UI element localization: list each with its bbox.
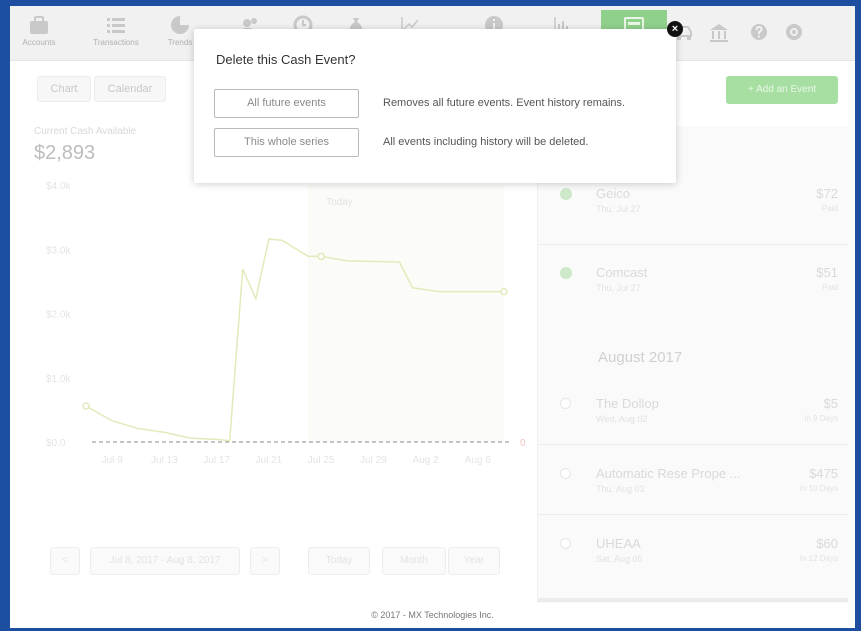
- footer: © 2017 - MX Technologies Inc.: [10, 603, 855, 628]
- event-date: Thu, Jul 27: [596, 204, 641, 214]
- tab-calendar[interactable]: Calendar: [94, 76, 166, 102]
- whole-series-button[interactable]: This whole series: [214, 128, 359, 157]
- x-tick-label: Aug 6: [465, 455, 492, 466]
- y-tick-label: $1.0k: [46, 374, 71, 385]
- event-amount: $51: [816, 265, 838, 280]
- help-icon[interactable]: [749, 22, 769, 42]
- event-item[interactable]: Automatic Rese Prope ... Thu, Aug 03 $47…: [538, 460, 848, 540]
- event-amount: $72: [816, 186, 838, 201]
- add-event-button[interactable]: + Add an Event: [726, 76, 838, 104]
- month-button[interactable]: Month: [382, 547, 446, 575]
- tab-chart[interactable]: Chart: [37, 76, 91, 102]
- cash-available-value: $2,893: [34, 142, 96, 164]
- x-tick-label: Jul 21: [256, 455, 283, 466]
- pie-chart-icon: [171, 16, 189, 34]
- future-band: [308, 185, 504, 442]
- whole-series-description: All events including history will be del…: [383, 136, 589, 148]
- x-tick-label: Jul 13: [151, 455, 178, 466]
- event-date: Wed, Aug 02: [596, 414, 648, 424]
- event-name: The Dollop: [596, 396, 659, 411]
- all-future-events-description: Removes all future events. Event history…: [383, 97, 626, 109]
- nav-accounts[interactable]: Accounts: [10, 10, 68, 58]
- scroll-divider: [538, 598, 848, 602]
- delete-event-dialog: Delete this Cash Event? All future event…: [194, 29, 676, 183]
- y-tick-label: $2.0k: [46, 310, 71, 321]
- all-future-events-button[interactable]: All future events: [214, 89, 359, 118]
- event-date: Sat, Aug 05: [596, 554, 643, 564]
- data-point: [317, 252, 325, 261]
- event-amount: $60: [816, 536, 838, 551]
- event-name: Geico: [596, 186, 630, 201]
- settings-icon[interactable]: [784, 22, 804, 42]
- app-window: Accounts Transactions Trends Chart Calen…: [10, 6, 855, 628]
- divider: [538, 514, 848, 515]
- y-tick-label: $3.0k: [46, 245, 71, 256]
- event-name: Automatic Rese Prope ...: [596, 466, 741, 481]
- cash-flow-page: Accounts Transactions Trends Chart Calen…: [10, 6, 855, 628]
- nav-transactions[interactable]: Transactions: [76, 10, 156, 58]
- zero-marker: 0: [520, 438, 526, 449]
- list-icon: [107, 18, 125, 33]
- today-button[interactable]: Today: [308, 547, 370, 575]
- event-status: In 10 Days: [799, 484, 838, 493]
- event-amount: $5: [823, 396, 838, 411]
- event-status: In 9 Days: [804, 414, 838, 423]
- data-point: [500, 287, 508, 296]
- event-name: Comcast: [596, 265, 648, 280]
- data-point: [82, 402, 90, 410]
- event-name: UHEAA: [596, 536, 641, 551]
- events-panel: Geico Thu, Jul 27 $72 Paid Comcast Thu, …: [537, 126, 848, 604]
- pending-dot-icon: [560, 398, 571, 409]
- year-button[interactable]: Year: [448, 547, 500, 575]
- paid-check-icon: [560, 267, 572, 279]
- divider: [538, 444, 848, 445]
- event-status: Paid: [821, 283, 838, 292]
- pending-dot-icon: [560, 538, 571, 549]
- nav-label-accounts: Accounts: [22, 38, 56, 47]
- next-range-button[interactable]: >: [250, 547, 280, 575]
- paid-check-icon: [560, 188, 572, 200]
- x-tick-label: Aug 2: [413, 455, 440, 466]
- y-tick-label: $0.0: [46, 438, 66, 449]
- event-item[interactable]: Comcast Thu, Jul 27 $51 Paid: [538, 248, 848, 328]
- close-icon[interactable]: ×: [667, 21, 683, 37]
- month-header: August 2017: [598, 349, 683, 366]
- divider: [538, 244, 848, 245]
- event-date: Thu, Jul 27: [596, 283, 641, 293]
- x-tick-label: Jul 9: [102, 455, 124, 466]
- event-item[interactable]: The Dollop Wed, Aug 02 $5 In 9 Days: [538, 390, 848, 470]
- bank-icon[interactable]: [708, 22, 730, 44]
- date-range-display[interactable]: Jul 8, 2017 - Aug 8, 2017: [90, 547, 240, 575]
- pending-dot-icon: [560, 468, 571, 479]
- event-status: In 12 Days: [799, 554, 838, 563]
- event-status: Paid: [821, 204, 838, 213]
- dialog-title: Delete this Cash Event?: [216, 52, 356, 67]
- cash-flow-chart: Today $4.0k $3.0k $2.0k $1.0k $0.0 0 Jul 9 Jul 1…: [46, 181, 526, 466]
- event-amount: $475: [809, 466, 838, 481]
- nav-label-transactions: Transactions: [93, 38, 139, 47]
- y-tick-label: $4.0k: [46, 181, 71, 192]
- x-tick-label: Jul 17: [203, 455, 230, 466]
- event-date: Thu, Aug 03: [596, 484, 645, 494]
- briefcase-icon: [30, 16, 48, 34]
- x-tick-label: Jul 25: [308, 455, 335, 466]
- today-label: Today: [326, 197, 353, 208]
- cash-available-label: Current Cash Available: [34, 126, 137, 137]
- x-tick-label: Jul 29: [360, 455, 387, 466]
- prev-range-button[interactable]: <: [50, 547, 80, 575]
